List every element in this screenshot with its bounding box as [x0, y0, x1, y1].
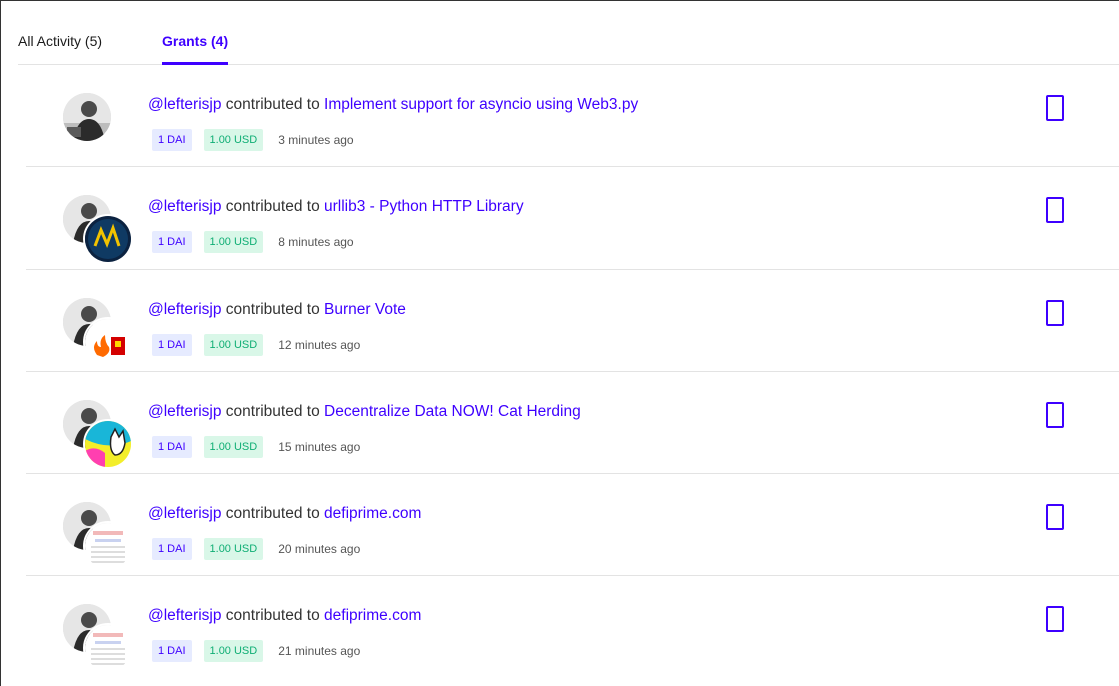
- grant-link[interactable]: defiprime.com: [324, 505, 421, 522]
- grant-link[interactable]: Implement support for asyncio using Web3…: [324, 96, 638, 113]
- timestamp: 21 minutes ago: [278, 644, 361, 659]
- list-item: @lefterisjp contributed to Implement sup…: [26, 65, 1119, 168]
- token-amount-badge: 1 DAI: [152, 435, 192, 458]
- user-link[interactable]: @lefterisjp: [148, 96, 221, 113]
- avatar[interactable]: [63, 93, 111, 141]
- grant-link[interactable]: Burner Vote: [324, 301, 406, 318]
- contribution-meta: 1 DAI 1.00 USD 21 minutes ago: [152, 639, 360, 663]
- user-link[interactable]: @lefterisjp: [148, 505, 221, 522]
- grant-logo[interactable]: [83, 418, 133, 469]
- activity-verb: contributed to: [225, 198, 320, 216]
- timestamp: 12 minutes ago: [278, 337, 361, 352]
- activity-text: @lefterisjp contributed to defiprime.com: [148, 504, 421, 524]
- list-item: @lefterisjp contributed to urllib3 - Pyt…: [26, 167, 1119, 270]
- token-amount-badge: 1 DAI: [152, 640, 192, 663]
- timestamp: 8 minutes ago: [278, 235, 354, 250]
- activity-panel: All Activity (5) Grants (4) @lefterisjp …: [0, 0, 1119, 686]
- usd-amount-badge: 1.00 USD: [203, 231, 264, 254]
- timestamp: 3 minutes ago: [278, 133, 354, 147]
- user-link[interactable]: @lefterisjp: [148, 403, 221, 420]
- token-amount-badge: 1 DAI: [152, 538, 192, 561]
- usd-amount-badge: 1.00 USD: [203, 435, 264, 458]
- list-item: @lefterisjp contributed to defiprime.com…: [26, 474, 1119, 577]
- grant-logo[interactable]: [83, 521, 133, 572]
- grant-link[interactable]: defiprime.com: [324, 607, 421, 624]
- grant-action-icon[interactable]: [1046, 504, 1064, 531]
- user-link[interactable]: @lefterisjp: [148, 301, 221, 318]
- grant-action-icon[interactable]: [1046, 606, 1064, 633]
- activity-tabs: All Activity (5) Grants (4): [18, 1, 1119, 65]
- user-link[interactable]: @lefterisjp: [148, 607, 221, 624]
- activity-verb: contributed to: [225, 505, 320, 523]
- grant-logo[interactable]: [83, 623, 133, 674]
- tab-grants[interactable]: Grants (4): [162, 32, 229, 65]
- contribution-meta: 1 DAI 1.00 USD 8 minutes ago: [152, 230, 354, 254]
- activity-text: @lefterisjp contributed to defiprime.com: [148, 606, 421, 626]
- usd-amount-badge: 1.00 USD: [203, 333, 264, 356]
- defiprime-logo-icon: [85, 625, 131, 672]
- user-photo-icon: [63, 93, 111, 141]
- activity-verb: contributed to: [225, 300, 320, 318]
- usd-amount-badge: 1.00 USD: [203, 538, 264, 561]
- token-amount-badge: 1 DAI: [152, 333, 192, 356]
- tab-all-activity[interactable]: All Activity (5): [18, 32, 102, 50]
- urllib3-logo-icon: [85, 216, 131, 263]
- grant-logo[interactable]: [83, 316, 133, 367]
- user-link[interactable]: @lefterisjp: [148, 198, 221, 215]
- grant-action-icon[interactable]: [1046, 95, 1064, 121]
- timestamp: 15 minutes ago: [278, 439, 361, 454]
- activity-verb: contributed to: [225, 607, 320, 625]
- activity-list: @lefterisjp contributed to Implement sup…: [26, 65, 1119, 679]
- usd-amount-badge: 1.00 USD: [203, 129, 264, 151]
- token-amount-badge: 1 DAI: [152, 129, 192, 151]
- activity-verb: contributed to: [225, 96, 320, 113]
- activity-text: @lefterisjp contributed to Decentralize …: [148, 402, 581, 422]
- burner-vote-logo-icon: [85, 318, 131, 365]
- activity-text: @lefterisjp contributed to Implement sup…: [148, 95, 638, 115]
- contribution-meta: 1 DAI 1.00 USD 15 minutes ago: [152, 435, 360, 459]
- activity-text: @lefterisjp contributed to Burner Vote: [148, 300, 406, 320]
- activity-text: @lefterisjp contributed to urllib3 - Pyt…: [148, 197, 524, 217]
- list-item: @lefterisjp contributed to defiprime.com…: [26, 576, 1119, 678]
- grant-link[interactable]: urllib3 - Python HTTP Library: [324, 198, 524, 215]
- grant-action-icon[interactable]: [1046, 401, 1064, 428]
- contribution-meta: 1 DAI 1.00 USD 20 minutes ago: [152, 537, 360, 561]
- usd-amount-badge: 1.00 USD: [203, 640, 264, 663]
- grant-action-icon[interactable]: [1046, 197, 1064, 224]
- grant-logo[interactable]: [83, 214, 133, 265]
- grant-link[interactable]: Decentralize Data NOW! Cat Herding: [324, 403, 581, 420]
- grant-action-icon[interactable]: [1046, 299, 1064, 326]
- timestamp: 20 minutes ago: [278, 542, 361, 557]
- list-item: @lefterisjp contributed to Burner Vote 1…: [26, 270, 1119, 372]
- contribution-meta: 1 DAI 1.00 USD 3 minutes ago: [152, 128, 354, 152]
- contribution-meta: 1 DAI 1.00 USD 12 minutes ago: [152, 333, 360, 357]
- activity-verb: contributed to: [225, 402, 320, 420]
- list-item: @lefterisjp contributed to Decentralize …: [26, 372, 1119, 475]
- token-amount-badge: 1 DAI: [152, 231, 192, 254]
- cat-herding-logo-icon: [85, 420, 131, 467]
- defiprime-logo-icon: [85, 523, 131, 570]
